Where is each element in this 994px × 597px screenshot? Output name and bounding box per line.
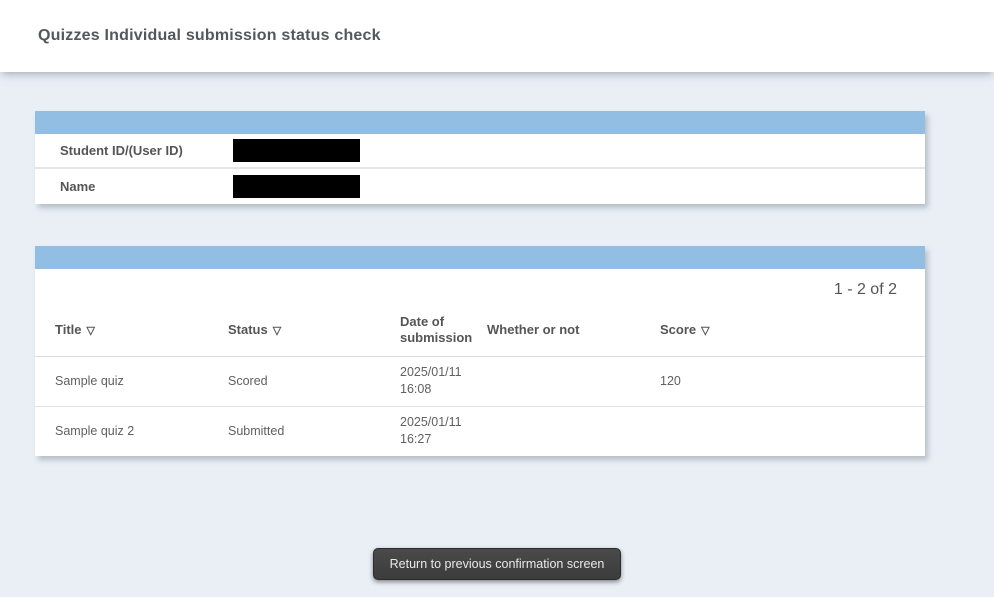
footer-area: Return to previous confirmation screen — [0, 548, 994, 580]
column-label-title: Title — [55, 322, 82, 337]
student-id-label: Student ID/(User ID) — [35, 143, 233, 158]
column-label-status: Status — [228, 322, 268, 337]
student-name-value — [233, 175, 360, 198]
sort-triangle-icon: ▽ — [87, 325, 95, 337]
cell-score: 120 — [640, 356, 925, 406]
column-label-date-of-submission: Date of submission — [400, 314, 472, 345]
student-info-card: Student ID/(User ID) Name — [35, 111, 925, 204]
redacted-student-name — [233, 175, 360, 198]
cell-date-of-submission: 2025/01/11 16:27 — [380, 406, 467, 456]
column-header-title[interactable]: Title ▽ — [35, 311, 208, 356]
cell-status: Submitted — [208, 406, 380, 456]
cell-score — [640, 406, 925, 456]
top-header-bar: Quizzes Individual submission status che… — [0, 0, 994, 72]
submissions-accent-header — [35, 246, 925, 269]
submission-row-2: Sample quiz 2 Submitted 2025/01/11 16:27 — [35, 406, 925, 456]
student-name-label: Name — [35, 179, 233, 194]
redacted-student-id — [233, 139, 360, 162]
cell-title: Sample quiz — [35, 356, 208, 406]
table-header-row: Title ▽ Status ▽ Date of submission Whethe… — [35, 311, 925, 356]
student-id-row: Student ID/(User ID) — [35, 134, 925, 169]
column-header-status[interactable]: Status ▽ — [208, 311, 380, 356]
cell-status: Scored — [208, 356, 380, 406]
submissions-card: 1 - 2 of 2 Title ▽ Status ▽ Date of submis… — [35, 246, 925, 456]
column-label-score: Score — [660, 322, 696, 337]
column-header-whether-or-not: Whether or not — [467, 311, 640, 356]
student-name-row: Name — [35, 169, 925, 204]
cell-whether-or-not — [467, 406, 640, 456]
student-id-value — [233, 139, 360, 162]
sort-triangle-icon: ▽ — [273, 325, 281, 337]
return-to-previous-button[interactable]: Return to previous confirmation screen — [373, 548, 622, 580]
pagination-row: 1 - 2 of 2 — [35, 269, 925, 311]
page-title: Quizzes Individual submission status che… — [38, 27, 381, 45]
sort-triangle-icon: ▽ — [701, 325, 709, 337]
column-label-whether-or-not: Whether or not — [487, 322, 579, 337]
student-info-accent-header — [35, 111, 925, 134]
submissions-table: Title ▽ Status ▽ Date of submission Whethe… — [35, 311, 925, 456]
submission-row-1: Sample quiz Scored 2025/01/11 16:08 120 — [35, 356, 925, 406]
cell-date-of-submission: 2025/01/11 16:08 — [380, 356, 467, 406]
pagination-status: 1 - 2 of 2 — [834, 281, 897, 299]
cell-title: Sample quiz 2 — [35, 406, 208, 456]
column-header-date-of-submission: Date of submission — [380, 311, 467, 356]
cell-whether-or-not — [467, 356, 640, 406]
column-header-score[interactable]: Score ▽ — [640, 311, 925, 356]
